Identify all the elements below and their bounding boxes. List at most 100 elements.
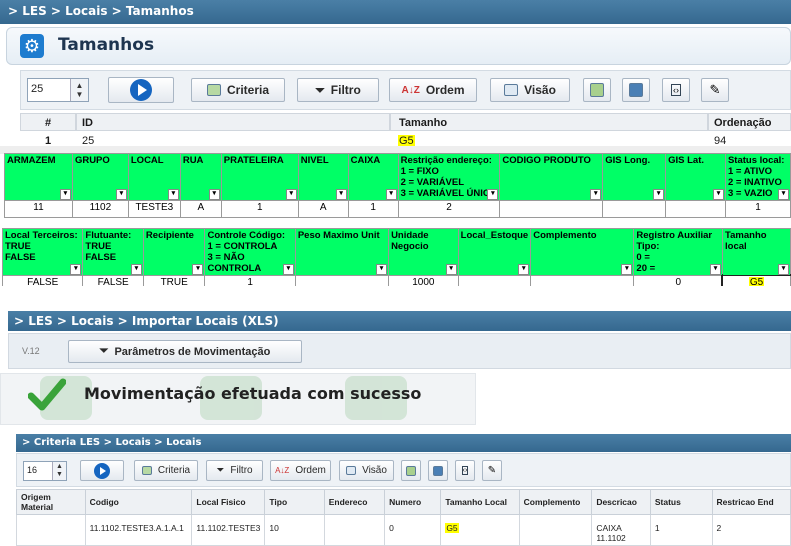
cell-origem-material[interactable] — [16, 514, 86, 546]
cell-descricao[interactable]: CAIXA 11.1102 — [591, 514, 651, 546]
col-header-tamanho-local[interactable]: Tamanho Local — [440, 489, 520, 515]
run-button[interactable] — [80, 460, 124, 481]
cell-tipo[interactable]: 10 — [264, 514, 325, 546]
excel-cell-complemento[interactable] — [530, 275, 635, 286]
cell-status[interactable]: 1 — [649, 514, 713, 546]
page-size-stepper[interactable]: 25 ▲ ▼ — [27, 78, 89, 102]
cell-tamanho-local[interactable]: G5 — [440, 514, 520, 546]
excel-header-armazem[interactable]: ARMAZEM — [4, 153, 73, 201]
visao-button[interactable]: Visão — [339, 460, 394, 481]
parametros-movimentacao-button[interactable]: ⏷ Parâmetros de Movimentação — [68, 340, 302, 363]
excel-cell-tamanho-local[interactable]: G5 — [720, 273, 791, 286]
col-header-status[interactable]: Status — [649, 489, 713, 515]
row-id[interactable]: 25 — [82, 132, 94, 147]
excel-cell-rua[interactable]: A — [179, 200, 222, 218]
excel-cell-local[interactable]: TESTE3 — [127, 200, 181, 218]
excel-header-gis-lat[interactable]: GIS Lat. — [665, 153, 726, 201]
row-tamanho[interactable]: G5 — [398, 132, 415, 147]
tools-button[interactable]: ✎ — [482, 460, 502, 481]
excel-header-grupo[interactable]: GRUPO — [71, 153, 129, 201]
col-header-tamanho[interactable]: Tamanho — [390, 113, 708, 131]
cell-codigo[interactable]: 11.1102.TESTE3.A.1.A.1 — [84, 514, 193, 546]
criteria-button[interactable]: Criteria — [191, 78, 285, 102]
visao-button[interactable]: Visão — [490, 78, 570, 102]
cell-complemento[interactable] — [518, 514, 593, 546]
col-header-codigo[interactable]: Codigo — [84, 489, 193, 515]
excel-header-peso-maximo-unit[interactable]: Peso Maximo Unit — [294, 228, 390, 276]
filtro-button[interactable]: ⏷ Filtro — [297, 78, 379, 102]
col-header-complemento[interactable]: Complemento — [518, 489, 593, 515]
play-icon — [130, 79, 152, 101]
breadcrumb: > LES > Locais > Tamanhos — [0, 0, 791, 24]
excel-cell-status-local[interactable]: 1 — [724, 200, 791, 218]
cell-restricao-end[interactable]: 2 — [711, 514, 791, 546]
col-header-tipo[interactable]: Tipo — [264, 489, 325, 515]
excel-cell-codigo-produto[interactable] — [499, 200, 604, 218]
export-button[interactable] — [401, 460, 421, 481]
excel-cell-recipiente[interactable]: TRUE — [142, 275, 206, 286]
col-header-numero[interactable]: Numero — [384, 489, 442, 515]
excel-header-prateleira[interactable]: PRATELEIRA — [220, 153, 299, 201]
col-header-local-fisico[interactable]: Local Fisico — [191, 489, 266, 515]
tools-button[interactable]: ✎ — [701, 78, 729, 102]
excel-header-local-terceiros[interactable]: Local Terceiros: TRUE FALSE — [1, 228, 84, 276]
excel-cell-flutuante[interactable]: FALSE — [82, 275, 144, 286]
save-button[interactable] — [622, 78, 650, 102]
excel-header-registro-auxiliar-tipo[interactable]: Registro Auxiliar Tipo: 0 = 20 = — [633, 228, 724, 276]
spin-arrows-icon[interactable]: ▲ ▼ — [70, 79, 88, 101]
excel-header-controle-codigo[interactable]: Controle Código: 1 = CONTROLA 3 = NÃO CO… — [204, 228, 296, 276]
cell-endereco[interactable] — [323, 514, 386, 546]
excel-cell-armazem[interactable]: 11 — [4, 200, 73, 218]
excel-header-local[interactable]: LOCAL — [127, 153, 181, 201]
excel-header-restricao-endereco[interactable]: Restrição endereço: 1 = FIXO 2 = VARIÁVE… — [397, 153, 501, 201]
table-row[interactable]: 11.1102.TESTE3.A.1.A.1 11.1102.TESTE3 10 0 G… — [16, 514, 791, 546]
excel-cell-gis-long[interactable] — [602, 200, 667, 218]
cell-local-fisico[interactable]: 11.1102.TESTE3 — [191, 514, 266, 546]
excel-header-nivel[interactable]: NIVEL — [297, 153, 349, 201]
excel-header-complemento[interactable]: Complemento — [530, 228, 635, 276]
col-header-descricao[interactable]: Descricao — [591, 489, 651, 515]
col-header-endereco[interactable]: Endereco — [323, 489, 386, 515]
code-button[interactable]: ‹› — [455, 460, 475, 481]
col-header-origem-material[interactable]: Origem Material — [16, 489, 86, 515]
export-button[interactable] — [583, 78, 611, 102]
excel-cell-local-estoque[interactable] — [457, 275, 532, 286]
grid-view-icon — [346, 466, 357, 475]
excel-header-rua[interactable]: RUA — [179, 153, 222, 201]
excel-header-gis-long[interactable]: GIS Long. — [602, 153, 667, 201]
excel-header-caixa[interactable]: CAIXA — [347, 153, 399, 201]
excel-cell-registro-auxiliar-tipo[interactable]: 0 — [633, 275, 724, 286]
ordem-button[interactable]: A↓Z Ordem — [389, 78, 477, 102]
save-button[interactable] — [428, 460, 448, 481]
excel-cell-grupo[interactable]: 1102 — [71, 200, 129, 218]
col-header-id[interactable]: ID — [76, 113, 390, 131]
excel-cell-prateleira[interactable]: 1 — [220, 200, 299, 218]
col-header-ordenacao[interactable]: Ordenação — [708, 113, 791, 131]
excel-cell-caixa[interactable]: 1 — [347, 200, 399, 218]
excel-cell-unidade-negocio[interactable]: 1000 — [388, 275, 459, 286]
excel-cell-local-terceiros[interactable]: FALSE — [1, 275, 84, 286]
excel-cell-peso-maximo-unit[interactable] — [294, 275, 390, 286]
excel-header-status-local[interactable]: Status local: 1 = ATIVO 2 = INATIVO 3 = … — [724, 153, 791, 201]
row-ordenacao[interactable]: 94 — [714, 132, 726, 147]
ordem-button[interactable]: A↓Z Ordem — [270, 460, 331, 481]
excel-header-tamanho-local[interactable]: Tamanho local — [722, 228, 791, 276]
filtro-button[interactable]: ⏷ Filtro — [206, 460, 263, 481]
criteria-button[interactable]: Criteria — [134, 460, 198, 481]
excel-header-recipiente[interactable]: Recipiente — [142, 228, 206, 276]
code-button[interactable]: ‹› — [662, 78, 690, 102]
excel-header-unidade-negocio[interactable]: Unidade Negocio — [388, 228, 459, 276]
excel-cell-controle-codigo[interactable]: 1 — [204, 275, 296, 286]
excel-header-codigo-produto[interactable]: CODIGO PRODUTO — [499, 153, 604, 201]
spin-arrows-icon[interactable]: ▲ ▼ — [52, 462, 66, 480]
excel-header-local-estoque[interactable]: Local_Estoque — [457, 228, 532, 276]
col-header-restricao-end[interactable]: Restricao End — [711, 489, 791, 515]
excel-header-flutuante[interactable]: Flutuante: TRUE FALSE — [82, 228, 144, 276]
excel-cell-restricao-endereco[interactable]: 2 — [397, 200, 501, 218]
run-button[interactable] — [108, 77, 174, 103]
excel-cell-nivel[interactable]: A — [297, 200, 349, 218]
page-size-stepper[interactable]: 16 ▲ ▼ — [23, 461, 67, 481]
excel-cell-gis-lat[interactable] — [665, 200, 726, 218]
cell-numero[interactable]: 0 — [384, 514, 442, 546]
criteria-icon — [206, 84, 221, 96]
